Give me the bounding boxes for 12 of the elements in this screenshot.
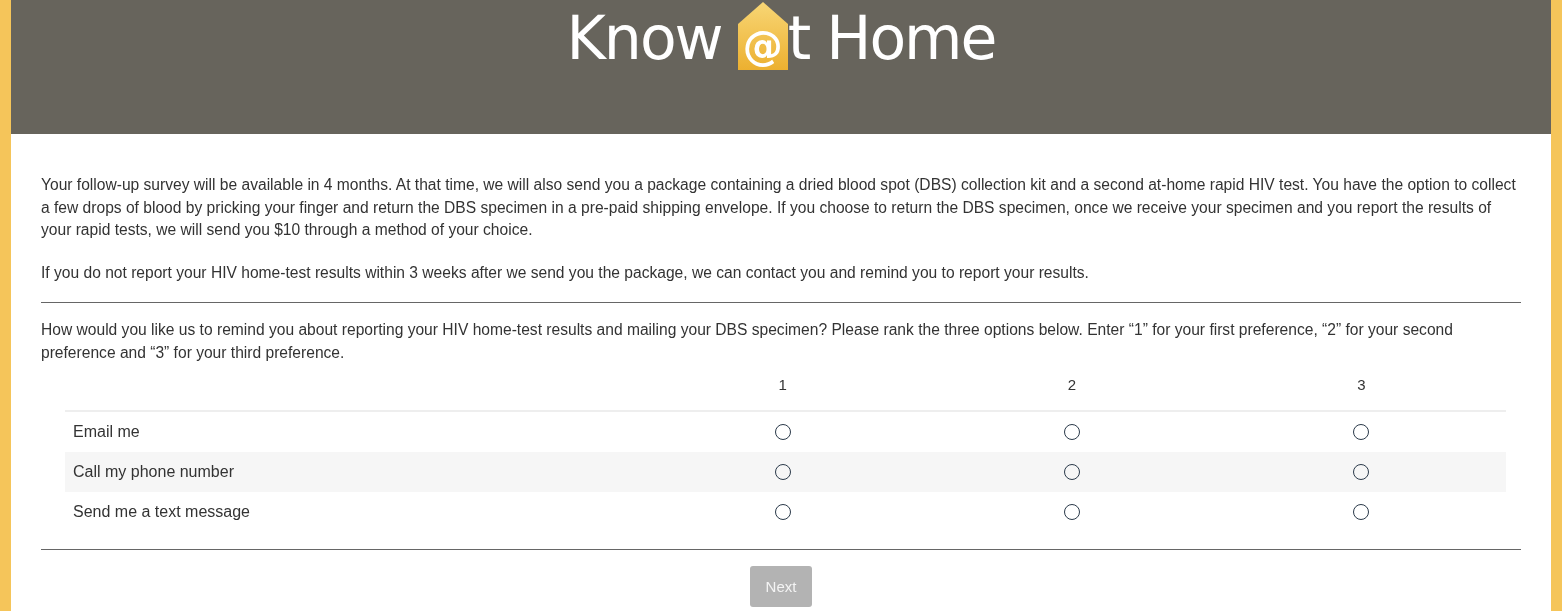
column-header: 3 bbox=[1356, 376, 1367, 393]
logo-text: Know bbox=[566, 8, 722, 70]
option-label: Call my phone number bbox=[72, 463, 235, 481]
option-label: Email me bbox=[72, 423, 141, 441]
intro-paragraph: If you do not report your HIV home-test results within 3 weeks after we send you the package, we can contact you and remind you to report your results. bbox=[41, 262, 1090, 283]
question-text: How would you like us to remind you about reporting your HIV home-test results and mailing your DBS specimen? Please rank the three options below. Enter “1” for your first preference, “2” for your second preference and “3” for your third preference. bbox=[41, 320, 1454, 363]
column-header: 2 bbox=[1066, 376, 1078, 393]
option-label: Send me a text message bbox=[72, 503, 251, 521]
house-logo-icon: @ bbox=[737, 2, 788, 70]
logo-text: t Home bbox=[787, 8, 996, 70]
intro-paragraph: Your follow-up survey will be available in 4 months. At that time, we will also send you a package containing a dried blood spot (DBS) collection kit and a second at-home rapid HIV test. You have the option to collect a few drops of blood by pricking your finger and return the DBS specimen in a pre-paid shipping envelope. If you choose to return the DBS specimen, once we receive your specimen and you report the results of your rapid tests, we will send you $10 through a method of your choice. bbox=[41, 175, 1517, 240]
column-header: 1 bbox=[777, 376, 788, 393]
